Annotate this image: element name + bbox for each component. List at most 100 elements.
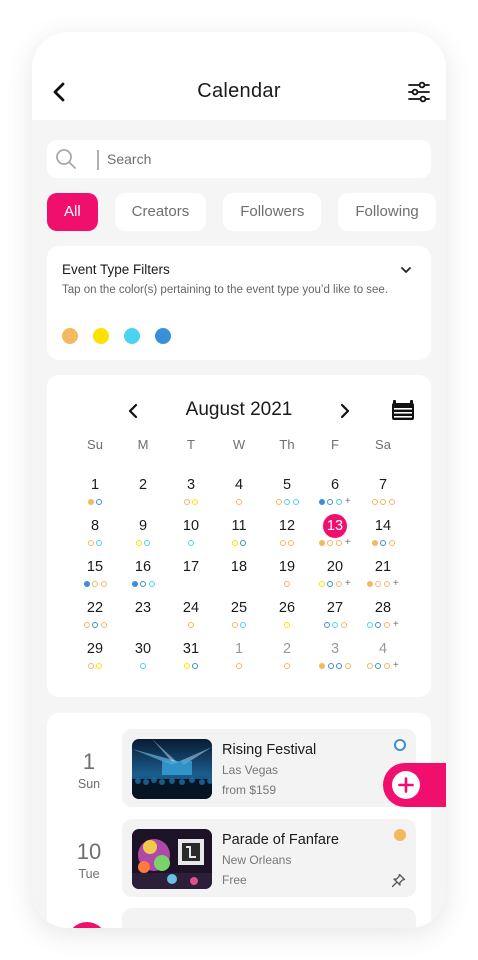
more-events-indicator: + <box>344 496 351 507</box>
swatch-yellow[interactable] <box>93 328 109 344</box>
filters-description: Tap on the color(s) pertaining to the ev… <box>62 284 389 296</box>
calendar-day[interactable]: 17 <box>167 555 215 596</box>
calendar-day[interactable]: 30 <box>119 637 167 678</box>
event-dots <box>215 580 263 588</box>
calendar-day[interactable]: 10 <box>167 514 215 555</box>
event-day-number: 1 <box>82 749 96 774</box>
swatch-cyan[interactable] <box>124 328 140 344</box>
event-dot <box>366 581 373 587</box>
calendar-day[interactable]: 20 + <box>311 555 359 596</box>
sliders-icon[interactable] <box>406 79 432 105</box>
event-dot <box>371 540 378 546</box>
weekday-label: W <box>232 437 246 452</box>
search-input[interactable] <box>107 148 407 170</box>
day-number: 31 <box>182 641 200 657</box>
day-number: 15 <box>86 559 104 575</box>
day-number: 1 <box>90 477 100 493</box>
calendar-day[interactable]: 29 <box>71 637 119 678</box>
calendar-week: 22 23 24 25 26 27 28 + <box>71 596 407 637</box>
chevron-left-icon[interactable] <box>125 402 141 420</box>
swatch-blue[interactable] <box>155 328 171 344</box>
chip-creators[interactable]: Creators <box>114 193 207 231</box>
calendar-day[interactable]: 2 <box>263 637 311 678</box>
search-bar[interactable] <box>47 140 431 178</box>
event-dots <box>215 621 263 629</box>
event-dots <box>119 621 167 629</box>
day-number: 2 <box>138 477 148 493</box>
event-dot <box>284 663 290 669</box>
calendar-day[interactable]: 5 <box>263 473 311 514</box>
calendar-day[interactable]: 25 <box>215 596 263 637</box>
event-dot <box>383 581 390 587</box>
day-number: 17 <box>182 559 200 575</box>
calendar-day[interactable]: 23 <box>119 596 167 637</box>
event-dot <box>188 622 194 628</box>
event-dot <box>327 540 334 546</box>
calendar-day[interactable]: 16 <box>119 555 167 596</box>
event-dot <box>83 581 90 587</box>
event-dot <box>83 622 90 628</box>
calendar-day[interactable]: 27 <box>311 596 359 637</box>
calendar-day[interactable]: 11 <box>215 514 263 555</box>
color-swatches <box>62 328 186 349</box>
event-dot <box>335 581 342 587</box>
event-dot <box>96 499 103 505</box>
event-dots <box>263 621 311 629</box>
day-number: 2 <box>282 641 292 657</box>
day-number: 23 <box>134 600 152 616</box>
calendar-day[interactable]: 7 <box>359 473 407 514</box>
event-item[interactable]: Parade of Fanfare New Orleans Free <box>122 819 416 897</box>
chevron-down-icon[interactable] <box>399 263 413 277</box>
event-dot <box>183 499 190 505</box>
event-dots: + <box>311 496 359 507</box>
chip-followers[interactable]: Followers <box>223 193 322 231</box>
calendar-day[interactable]: 26 <box>263 596 311 637</box>
calendar-grid: Su M T W Th F Sa 1 2 3 4 5 6 +7 8 9 10 11 12 13 +14 15 16 17 18… <box>71 437 407 678</box>
calendar-day[interactable]: 1 <box>215 637 263 678</box>
event-dot <box>375 581 382 587</box>
calendar-day[interactable]: 6 + <box>311 473 359 514</box>
calendar-day[interactable]: 14 <box>359 514 407 555</box>
calendar-day[interactable]: 19 <box>263 555 311 596</box>
calendar-day[interactable]: 15 <box>71 555 119 596</box>
event-dots <box>263 580 311 588</box>
calendar-day[interactable]: 9 <box>119 514 167 555</box>
chip-following[interactable]: Following <box>338 193 436 231</box>
event-item[interactable]: Rising Festival Las Vegas from $159 <box>122 729 416 807</box>
calendar-day[interactable]: 3 <box>311 637 359 678</box>
calendar-day[interactable]: 12 <box>263 514 311 555</box>
calendar-day[interactable]: 28 + <box>359 596 407 637</box>
event-dot <box>192 499 199 505</box>
event-dots <box>311 621 359 629</box>
calendar-day[interactable]: 24 <box>167 596 215 637</box>
event-dot <box>366 622 373 628</box>
event-dot <box>148 581 155 587</box>
calendar-day[interactable]: 8 <box>71 514 119 555</box>
chevron-right-icon[interactable] <box>337 402 353 420</box>
calendar-card: August 2021 Su M T W Th F Sa 1 2 3 4 5 6 +7 8 9 10 11 12 1… <box>47 375 431 697</box>
event-dots <box>71 662 119 670</box>
calendar-day[interactable]: 4 + <box>359 637 407 678</box>
event-dot <box>240 540 247 546</box>
add-event-button[interactable] <box>383 763 446 807</box>
calendar-day[interactable]: 22 <box>71 596 119 637</box>
more-events-indicator: + <box>392 660 399 671</box>
calendar-day[interactable]: 2 <box>119 473 167 514</box>
calendar-day[interactable]: 4 <box>215 473 263 514</box>
chip-all[interactable]: All <box>47 193 98 231</box>
calendar-day[interactable]: 31 <box>167 637 215 678</box>
calendar-day[interactable]: 18 <box>215 555 263 596</box>
event-item[interactable] <box>122 908 416 928</box>
pin-icon[interactable] <box>391 873 406 888</box>
search-divider <box>97 150 99 170</box>
calendar-day-today[interactable]: 13 + <box>311 514 359 555</box>
event-dots <box>167 621 215 629</box>
calendar-view-icon[interactable] <box>391 399 415 421</box>
event-dots <box>119 580 167 588</box>
event-dot <box>284 622 290 628</box>
event-dot <box>292 499 299 505</box>
swatch-orange[interactable] <box>62 328 78 344</box>
calendar-day[interactable]: 21 + <box>359 555 407 596</box>
calendar-day[interactable]: 3 <box>167 473 215 514</box>
calendar-day[interactable]: 1 <box>71 473 119 514</box>
